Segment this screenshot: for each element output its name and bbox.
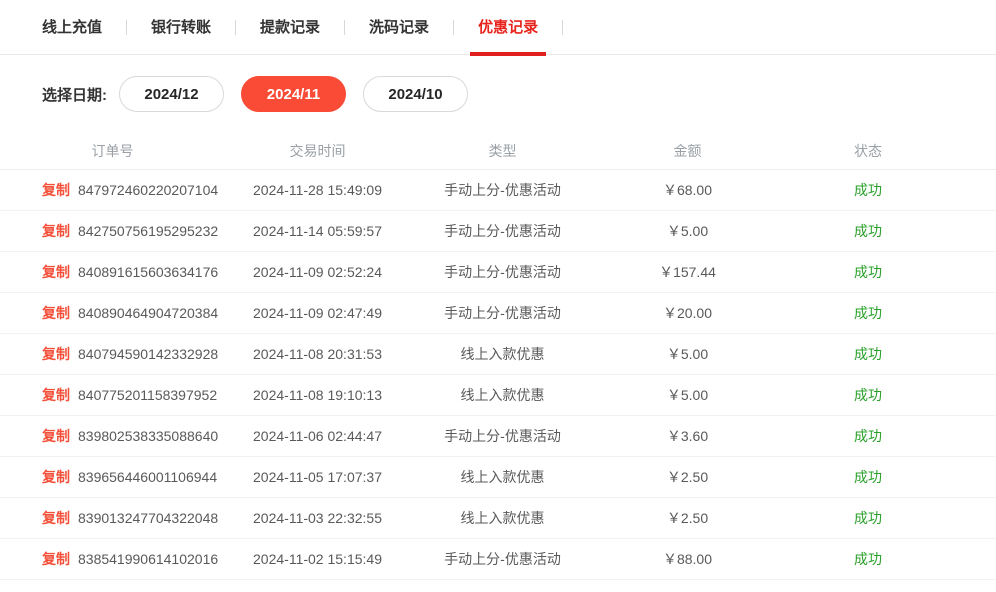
promo-records-table: 订单号 交易时间 类型 金额 状态 复制 847972460220207104 20… bbox=[0, 133, 996, 580]
tab-online-deposit[interactable]: 线上充值 bbox=[42, 0, 102, 55]
transaction-type: 线上入款优惠 bbox=[410, 344, 595, 364]
tab-withdrawal-records[interactable]: 提款记录 bbox=[260, 0, 320, 55]
transaction-type: 手动上分-优惠活动 bbox=[410, 221, 595, 241]
header-transaction-time: 交易时间 bbox=[225, 141, 410, 161]
table-row: 复制 838541990614102016 2024-11-02 15:15:49手… bbox=[0, 539, 996, 580]
amount-value: ￥88.00 bbox=[595, 549, 780, 569]
date-button-2024-10[interactable]: 2024/10 bbox=[363, 76, 468, 112]
order-number: 840794590142332928 bbox=[78, 346, 218, 362]
transaction-time: 2024-11-09 02:52:24 bbox=[225, 264, 410, 280]
table-row: 复制 839656446001106944 2024-11-05 17:07:37线… bbox=[0, 457, 996, 498]
order-number: 840890464904720384 bbox=[78, 305, 218, 321]
table-row: 复制 840890464904720384 2024-11-09 02:47:49手… bbox=[0, 293, 996, 334]
amount-value: ￥68.00 bbox=[595, 180, 780, 200]
transaction-time: 2024-11-08 20:31:53 bbox=[225, 346, 410, 362]
amount-value: ￥157.44 bbox=[595, 262, 780, 282]
status-value: 成功 bbox=[780, 385, 956, 405]
header-type: 类型 bbox=[410, 141, 595, 161]
tab-divider bbox=[235, 20, 236, 35]
transaction-time: 2024-11-03 22:32:55 bbox=[225, 510, 410, 526]
copy-button[interactable]: 复制 bbox=[42, 508, 70, 528]
record-tabs: 线上充值 银行转账 提款记录 洗码记录 优惠记录 bbox=[0, 0, 996, 55]
date-filter: 选择日期: 2024/12 2024/11 2024/10 bbox=[0, 76, 996, 112]
transaction-type: 手动上分-优惠活动 bbox=[410, 262, 595, 282]
status-value: 成功 bbox=[780, 549, 956, 569]
tab-divider bbox=[562, 20, 563, 35]
status-value: 成功 bbox=[780, 344, 956, 364]
table-header-row: 订单号 交易时间 类型 金额 状态 bbox=[0, 133, 996, 170]
status-value: 成功 bbox=[780, 508, 956, 528]
header-status: 状态 bbox=[780, 141, 956, 161]
transaction-type: 手动上分-优惠活动 bbox=[410, 549, 595, 569]
copy-button[interactable]: 复制 bbox=[42, 549, 70, 569]
status-value: 成功 bbox=[780, 303, 956, 323]
header-amount: 金额 bbox=[595, 141, 780, 161]
table-row: 复制 839013247704322048 2024-11-03 22:32:55线… bbox=[0, 498, 996, 539]
amount-value: ￥2.50 bbox=[595, 467, 780, 487]
date-filter-label: 选择日期: bbox=[42, 84, 107, 105]
amount-value: ￥20.00 bbox=[595, 303, 780, 323]
order-number: 839656446001106944 bbox=[78, 469, 217, 485]
transaction-time: 2024-11-14 05:59:57 bbox=[225, 223, 410, 239]
amount-value: ￥5.00 bbox=[595, 221, 780, 241]
table-row: 复制 842750756195295232 2024-11-14 05:59:57手… bbox=[0, 211, 996, 252]
transaction-type: 线上入款优惠 bbox=[410, 508, 595, 528]
table-row: 复制 839802538335088640 2024-11-06 02:44:47手… bbox=[0, 416, 996, 457]
transaction-type: 手动上分-优惠活动 bbox=[410, 426, 595, 446]
status-value: 成功 bbox=[780, 426, 956, 446]
amount-value: ￥3.60 bbox=[595, 426, 780, 446]
tab-divider bbox=[126, 20, 127, 35]
order-number: 840891615603634176 bbox=[78, 264, 218, 280]
amount-value: ￥2.50 bbox=[595, 508, 780, 528]
status-value: 成功 bbox=[780, 180, 956, 200]
transaction-type: 线上入款优惠 bbox=[410, 467, 595, 487]
copy-button[interactable]: 复制 bbox=[42, 467, 70, 487]
order-number: 838541990614102016 bbox=[78, 551, 218, 567]
copy-button[interactable]: 复制 bbox=[42, 385, 70, 405]
transaction-time: 2024-11-08 19:10:13 bbox=[225, 387, 410, 403]
table-row: 复制 840891615603634176 2024-11-09 02:52:24手… bbox=[0, 252, 996, 293]
tab-promo-records[interactable]: 优惠记录 bbox=[478, 0, 538, 55]
header-order-number: 订单号 bbox=[0, 141, 225, 161]
table-row: 复制 840794590142332928 2024-11-08 20:31:53线… bbox=[0, 334, 996, 375]
order-number: 847972460220207104 bbox=[78, 182, 218, 198]
transaction-type: 手动上分-优惠活动 bbox=[410, 180, 595, 200]
transaction-time: 2024-11-05 17:07:37 bbox=[225, 469, 410, 485]
copy-button[interactable]: 复制 bbox=[42, 303, 70, 323]
amount-value: ￥5.00 bbox=[595, 385, 780, 405]
copy-button[interactable]: 复制 bbox=[42, 221, 70, 241]
table-body: 复制8479724602202071042024-11-28 15:49:09手… bbox=[0, 170, 996, 580]
table-row: 复制 840775201158397952 2024-11-08 19:10:13线… bbox=[0, 375, 996, 416]
tab-bank-transfer[interactable]: 银行转账 bbox=[151, 0, 211, 55]
tab-divider bbox=[344, 20, 345, 35]
transaction-time: 2024-11-09 02:47:49 bbox=[225, 305, 410, 321]
order-number: 840775201158397952 bbox=[78, 387, 217, 403]
tab-divider bbox=[453, 20, 454, 35]
status-value: 成功 bbox=[780, 221, 956, 241]
status-value: 成功 bbox=[780, 262, 956, 282]
date-button-2024-12[interactable]: 2024/12 bbox=[119, 76, 224, 112]
transaction-time: 2024-11-06 02:44:47 bbox=[225, 428, 410, 444]
order-number: 839802538335088640 bbox=[78, 428, 218, 444]
amount-value: ￥5.00 bbox=[595, 344, 780, 364]
transaction-type: 手动上分-优惠活动 bbox=[410, 303, 595, 323]
copy-button[interactable]: 复制 bbox=[42, 426, 70, 446]
table-row: 复制 847972460220207104 2024-11-28 15:49:09手… bbox=[0, 170, 996, 211]
order-number: 842750756195295232 bbox=[78, 223, 218, 239]
transaction-time: 2024-11-02 15:15:49 bbox=[225, 551, 410, 567]
copy-button[interactable]: 复制 bbox=[42, 262, 70, 282]
transaction-time: 2024-11-28 15:49:09 bbox=[225, 182, 410, 198]
date-button-2024-11[interactable]: 2024/11 bbox=[241, 76, 346, 112]
copy-button[interactable]: 复制 bbox=[42, 180, 70, 200]
status-value: 成功 bbox=[780, 467, 956, 487]
transaction-type: 线上入款优惠 bbox=[410, 385, 595, 405]
tab-rebate-records[interactable]: 洗码记录 bbox=[369, 0, 429, 55]
order-number: 839013247704322048 bbox=[78, 510, 218, 526]
copy-button[interactable]: 复制 bbox=[42, 344, 70, 364]
